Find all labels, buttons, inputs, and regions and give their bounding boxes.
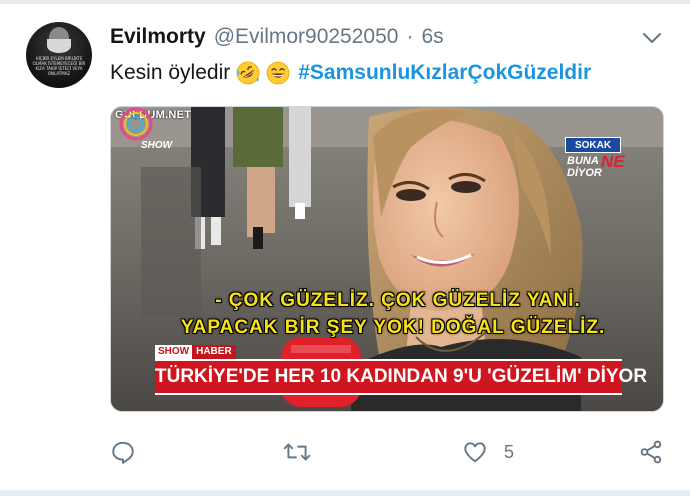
tweet-card[interactable]: HİÇBİR EYLEM BİRLİKTE OLMAK İSTEMEYECEĞİ…: [0, 0, 690, 496]
avatar-beard: [47, 39, 71, 53]
chevron-down-icon[interactable]: [640, 28, 664, 48]
program-title-buna: BUNA: [567, 155, 599, 167]
tweet-timestamp[interactable]: 6s: [421, 25, 443, 49]
tweet-header: Evilmorty @Evilmor90252050 · 6s: [110, 22, 444, 52]
user-handle[interactable]: @Evilmor90252050: [214, 25, 399, 49]
program-title-diyor: DİYOR: [567, 167, 602, 179]
like-button[interactable]: 5: [462, 434, 514, 470]
grinning-squinting-emoji: [266, 61, 290, 85]
tweet-actions: 5: [110, 434, 670, 470]
top-divider: [0, 0, 690, 4]
news-ticker: TÜRKİYE'DE HER 10 KADINDAN 9'U 'GÜZELİM'…: [155, 359, 647, 395]
reply-button[interactable]: [110, 434, 136, 470]
hashtag-link[interactable]: #SamsunluKızlarÇokGüzeldir: [298, 61, 591, 85]
heart-icon: [464, 442, 486, 463]
lower-third-tag: SHOW HABER: [155, 345, 236, 359]
lower-tag-haber: HABER: [192, 345, 236, 359]
show-channel-logo: [119, 107, 153, 141]
tweet-media-image[interactable]: GULDUM.NET SHOW SOKAK BUNA NE DİYOR - ÇO…: [110, 106, 664, 412]
rolling-on-floor-laughing-emoji: [236, 61, 260, 85]
bottom-divider: [0, 490, 690, 496]
tweet-body-text: Kesin öyledir: [110, 61, 231, 84]
header-separator: ·: [406, 25, 414, 48]
reply-icon: [112, 441, 134, 464]
program-badge: SOKAK: [565, 137, 621, 153]
share-button[interactable]: [638, 434, 664, 470]
share-icon: [640, 440, 662, 464]
program-title-ne: NE: [601, 152, 625, 171]
show-logo-text: SHOW: [141, 140, 173, 151]
retweet-icon: [283, 443, 311, 461]
retweet-button[interactable]: [282, 434, 312, 470]
subtitle-line-1: - ÇOK GÜZELİZ. ÇOK GÜZELİZ YANİ.: [215, 290, 581, 311]
subtitle-line-2: YAPACAK BİR ŞEY YOK! DOĞAL GÜZELİZ.: [180, 317, 606, 338]
tweet-text: Kesin öyledir #SamsunluKızlarÇokGüzeldir: [110, 58, 591, 88]
display-name[interactable]: Evilmorty: [110, 25, 206, 49]
avatar[interactable]: HİÇBİR EYLEM BİRLİKTE OLMAK İSTEMEYECEĞİ…: [26, 22, 92, 88]
avatar-quote-text: HİÇBİR EYLEM BİRLİKTE OLMAK İSTEMEYECEĞİ…: [32, 56, 86, 76]
lower-tag-show: SHOW: [155, 345, 193, 359]
like-count: 5: [504, 441, 515, 462]
